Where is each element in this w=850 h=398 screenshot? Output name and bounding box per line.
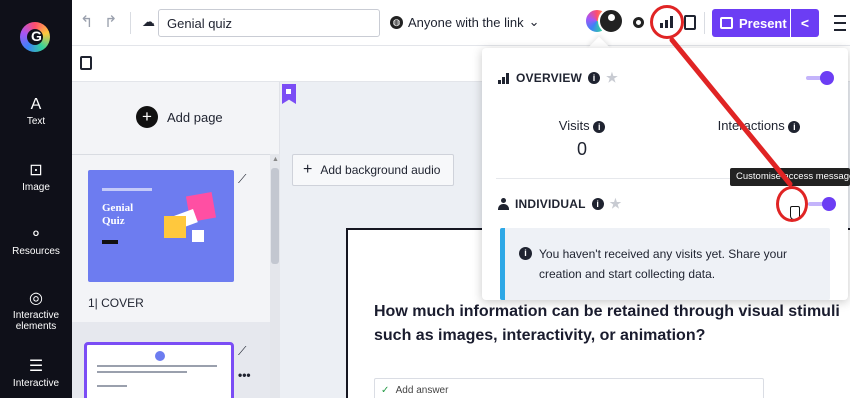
add-audio-label: Add background audio [320, 163, 441, 177]
text-icon: A [30, 96, 42, 113]
info-icon[interactable]: i [591, 198, 604, 210]
info-icon: i [519, 247, 532, 260]
left-rail: G A Text ⊡ Image ⚬ Resources ◎ Interacti… [0, 0, 72, 398]
visits-label: Visits [558, 118, 590, 133]
rail-item-interactive-elements[interactable]: ◎ Interactive elements [0, 290, 72, 332]
check-icon: ✓ [381, 385, 390, 396]
overview-title: OVERVIEW [516, 71, 583, 85]
share-visibility-select[interactable]: ◍ Anyone with the link ⌄ [390, 14, 540, 30]
rail-item-label: Image [22, 182, 50, 193]
cloud-save-icon: ☁ [142, 14, 155, 29]
individual-toggle[interactable] [808, 197, 836, 211]
more-options-icon[interactable]: ••• [238, 368, 251, 382]
pages-scrollbar[interactable]: ▲ [270, 154, 280, 398]
thumbnail-title-line: Quiz [102, 215, 125, 227]
redo-icon[interactable]: ↱ [104, 12, 117, 32]
visits-value: 0 [576, 139, 587, 159]
overview-header: OVERVIEW i ★ [498, 70, 618, 86]
page-thumbnail-question[interactable] [84, 342, 234, 398]
pages-panel: + Add page Genial Quiz ⟋ 1| COVER ⟋ ••• … [72, 82, 280, 398]
share-button[interactable]: < [791, 9, 819, 37]
rail-item-label: Text [26, 116, 46, 127]
rail-item-text[interactable]: A Text [0, 96, 72, 127]
rail-item-image[interactable]: ⊡ Image [0, 162, 72, 193]
empty-state-message: You haven't received any visits yet. Sha… [539, 247, 787, 281]
top-toolbar: ↰ ↱ ☁ ◍ Anyone with the link ⌄ Present < [72, 0, 850, 46]
empty-state-notice: i You haven't received any visits yet. S… [500, 228, 830, 300]
info-icon[interactable]: i [593, 121, 606, 133]
undo-icon[interactable]: ↰ [80, 12, 93, 32]
present-label: Present [739, 15, 787, 31]
share-visibility-label: Anyone with the link [408, 14, 524, 30]
star-icon[interactable]: ★ [606, 70, 618, 86]
globe-icon: ◍ [390, 15, 403, 29]
rail-item-label: Resources [12, 246, 60, 257]
bookmark-icon[interactable] [282, 84, 296, 104]
plus-icon: + [303, 161, 313, 178]
person-icon [498, 198, 509, 210]
illustration-card [164, 216, 186, 238]
visits-metric: Visits i 0 [544, 118, 620, 160]
notes-icon[interactable] [684, 15, 696, 30]
preview-icon[interactable] [633, 17, 644, 28]
interactions-metric: Interactions i [704, 118, 814, 133]
add-answer-button[interactable]: ✓ Add answer [374, 378, 764, 398]
toolbar-divider [704, 12, 705, 34]
overview-toggle[interactable] [806, 71, 834, 85]
rail-item-label: Interactive elements [12, 310, 60, 332]
chevron-down-icon: ⌄ [528, 14, 540, 29]
add-background-audio-button[interactable]: + Add background audio [292, 154, 454, 186]
tooltip: Customise access message [730, 168, 850, 186]
resources-icon: ⚬ [29, 226, 43, 243]
individual-header: INDIVIDUAL i ★ [498, 196, 622, 212]
illustration-card [192, 230, 204, 242]
add-page-label: Add page [167, 109, 223, 125]
star-icon[interactable]: ★ [610, 196, 622, 212]
page-thumbnail-cover[interactable]: Genial Quiz [88, 170, 234, 282]
avatar [598, 8, 624, 34]
page-label: 1| COVER [88, 296, 144, 310]
toolbar-divider [130, 12, 131, 34]
present-icon [720, 17, 733, 29]
interactive-questions-icon: ☰ [28, 358, 44, 375]
individual-title: INDIVIDUAL [515, 197, 586, 211]
rail-item-resources[interactable]: ⚬ Resources [0, 226, 72, 257]
divider [72, 154, 270, 155]
present-button[interactable]: Present [712, 9, 790, 37]
image-icon: ⊡ [29, 162, 43, 179]
add-page-button[interactable]: + Add page [136, 106, 223, 128]
info-icon[interactable]: i [788, 121, 801, 133]
magic-wand-icon[interactable]: ⟋ [238, 344, 246, 359]
add-answer-label: Add answer [395, 385, 449, 396]
rail-item-interactive-questions[interactable]: ☰ Interactive [0, 358, 72, 389]
interactions-label: Interactions [717, 118, 785, 133]
plus-icon: + [136, 106, 158, 128]
app-logo[interactable]: G [20, 22, 50, 52]
annotation-circle [776, 186, 808, 222]
question-text[interactable]: How much information can be retained thr… [374, 300, 844, 348]
interactive-elements-icon: ◎ [29, 290, 43, 307]
thumbnail-title-line: Genial [102, 202, 134, 214]
rail-item-label: Interactive [12, 378, 60, 389]
bar-chart-icon [498, 72, 510, 84]
clipboard-check-icon[interactable] [80, 56, 92, 70]
annotation-circle [650, 5, 684, 39]
info-icon[interactable]: i [588, 72, 601, 84]
magic-wand-icon[interactable]: ⟋ [238, 172, 246, 187]
project-title-input[interactable] [158, 9, 380, 37]
hamburger-menu-icon[interactable] [832, 11, 848, 35]
